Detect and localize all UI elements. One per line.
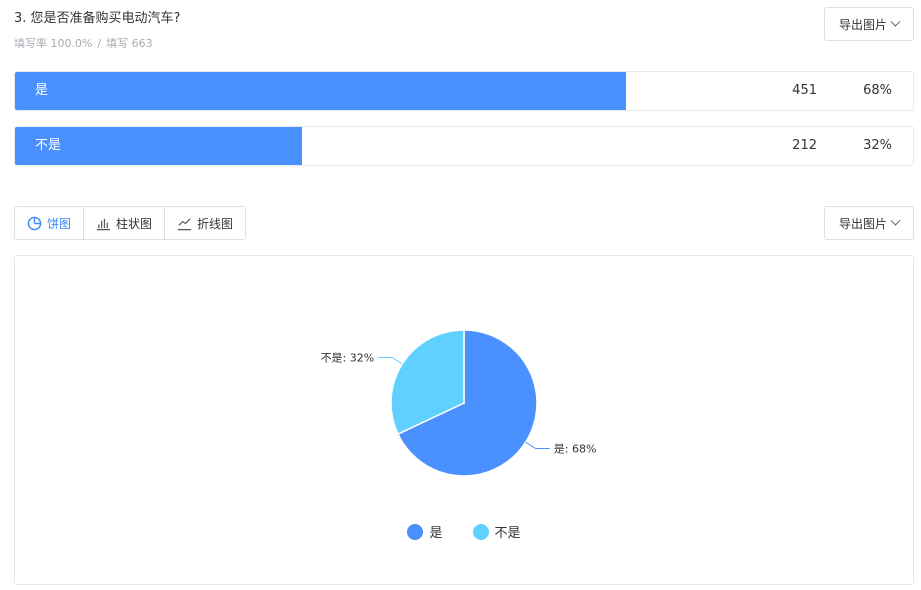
line-chart-icon: [177, 217, 192, 230]
bar-chart-icon: [96, 218, 111, 230]
export-label: 导出图片: [838, 216, 887, 231]
chevron-down-icon: [890, 215, 901, 226]
tab-bar-chart[interactable]: 柱状图: [84, 207, 166, 239]
pie-slice-label: 不是: 32%: [321, 351, 375, 364]
pie-slice-label: 是: 68%: [554, 443, 597, 456]
legend-dot: [472, 523, 489, 540]
fill-rate: 填写率 100.0%: [14, 37, 93, 50]
question-meta: 填写率 100.0% / 填写 663: [14, 35, 153, 51]
tab-label: 柱状图: [116, 216, 153, 231]
fill-count: 填写 663: [106, 37, 153, 50]
answer-percent: 68%: [863, 83, 892, 98]
pie-leader-line: [378, 356, 403, 365]
export-label: 导出图片: [838, 17, 887, 32]
export-image-button-top[interactable]: 导出图片: [824, 7, 914, 41]
chart-type-tabs: 饼图 柱状图 折线图: [14, 206, 247, 240]
tab-label: 折线图: [197, 216, 234, 231]
answer-percent: 32%: [863, 138, 892, 153]
answer-count: 451: [792, 83, 817, 98]
tab-line-chart[interactable]: 折线图: [165, 207, 246, 239]
export-image-button-chart[interactable]: 导出图片: [824, 206, 914, 240]
tab-pie-chart[interactable]: 饼图: [15, 207, 85, 239]
pie-chart-icon: [27, 216, 42, 230]
chart-panel: 是: 68% 不是: 32% 是 不是: [14, 255, 914, 585]
pie-leader-line: [525, 441, 550, 450]
answer-bar-fill: [15, 72, 626, 110]
chevron-down-icon: [890, 16, 901, 27]
answer-label: 是: [35, 83, 49, 98]
pie-chart: 是: 68% 不是: 32%: [321, 329, 597, 477]
chart-legend: 是 不是: [15, 522, 913, 541]
legend-dot: [407, 523, 424, 540]
legend-label: 不是: [494, 526, 521, 541]
answer-count: 212: [792, 138, 817, 153]
question-title: 3. 您是否准备购买电动汽车?: [14, 11, 181, 26]
legend-label: 是: [429, 526, 443, 541]
answer-row-no: 不是 212 32%: [14, 126, 914, 166]
meta-separator: /: [97, 37, 102, 50]
answer-label: 不是: [35, 138, 62, 153]
answer-row-yes: 是 451 68%: [14, 71, 914, 111]
tab-label: 饼图: [47, 216, 72, 231]
legend-item-no[interactable]: 不是: [472, 522, 521, 541]
legend-item-yes[interactable]: 是: [407, 522, 443, 541]
